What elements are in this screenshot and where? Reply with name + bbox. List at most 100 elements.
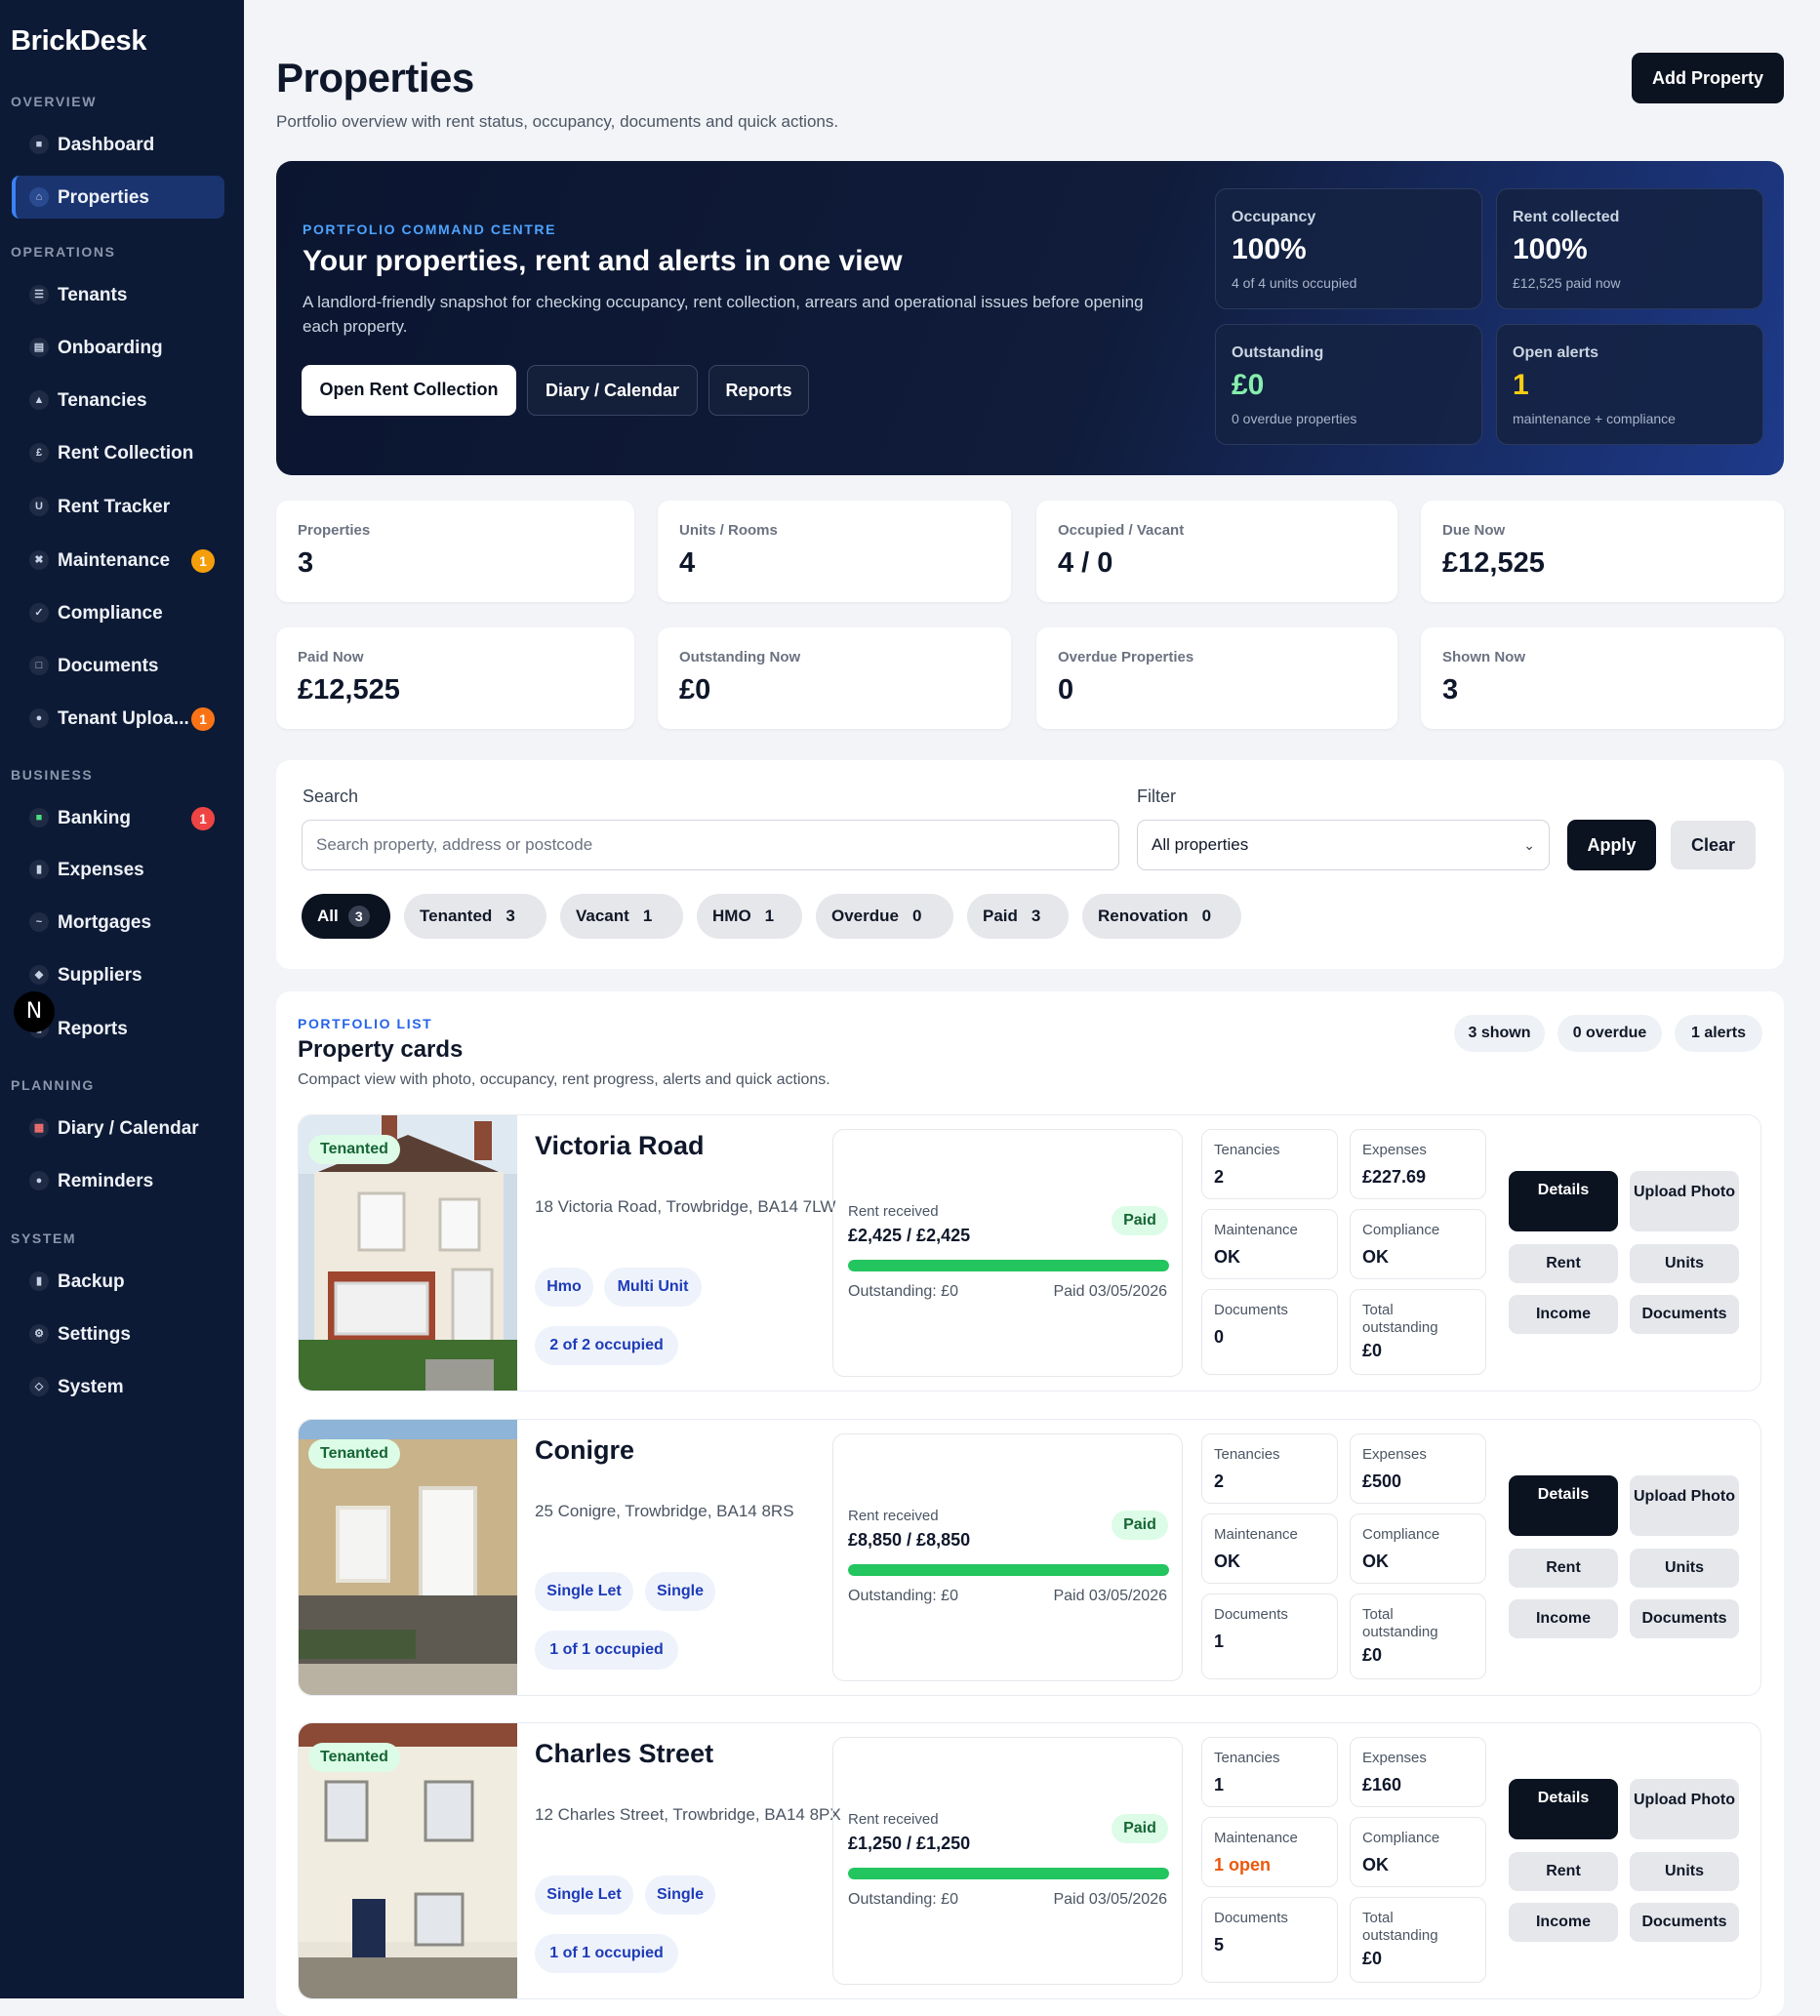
details-button[interactable]: Details: [1509, 1171, 1618, 1231]
stat-paid-now: Paid Now £12,525: [276, 627, 634, 729]
chip-renovation[interactable]: Renovation 0: [1082, 894, 1241, 939]
hero-title: Your properties, rent and alerts in one …: [303, 245, 903, 277]
sidebar-item-settings[interactable]: ⚙ Settings: [12, 1312, 224, 1355]
stat-value: 100%: [1513, 233, 1588, 265]
sidebar-item-tenancies[interactable]: ▲ Tenancies: [12, 379, 224, 422]
documents-button[interactable]: Documents: [1630, 1295, 1739, 1334]
clear-button[interactable]: Clear: [1671, 821, 1756, 869]
outstanding-text: Outstanding: £0: [848, 1891, 958, 1908]
metric-label: Maintenance: [1214, 1830, 1298, 1846]
income-button[interactable]: Income: [1509, 1599, 1618, 1638]
sidebar-item-tenant-uploads[interactable]: ● Tenant Uploa... 1: [12, 697, 224, 740]
rent-panel: Rent received £1,250 / £1,250 Paid Outst…: [832, 1737, 1183, 1985]
income-button[interactable]: Income: [1509, 1903, 1618, 1942]
rent-progress-bar: [848, 1564, 1169, 1576]
chip-count: 0: [911, 907, 922, 925]
rent-received-value: £1,250 / £1,250: [848, 1834, 971, 1853]
details-button[interactable]: Details: [1509, 1779, 1618, 1839]
units-button[interactable]: Units: [1630, 1549, 1739, 1588]
sidebar-item-compliance[interactable]: ✓ Compliance: [12, 591, 224, 634]
property-address: 18 Victoria Road, Trowbridge, BA14 7LW: [535, 1197, 836, 1216]
sidebar-item-backup[interactable]: ▮ Backup: [12, 1260, 224, 1303]
sidebar-item-properties[interactable]: ⌂ Properties: [12, 176, 224, 219]
stat-sub: £12,525 paid now: [1513, 275, 1621, 291]
diary-calendar-button[interactable]: Diary / Calendar: [527, 365, 698, 416]
home-icon: ⌂: [29, 187, 49, 207]
details-button[interactable]: Details: [1509, 1475, 1618, 1536]
sidebar-item-system[interactable]: ◇ System: [12, 1365, 224, 1408]
upload-icon: ●: [29, 708, 49, 728]
sidebar-item-reminders[interactable]: ● Reminders: [12, 1159, 224, 1202]
compliance-metric: Compliance OK: [1350, 1513, 1486, 1584]
brand-logo[interactable]: BrickDesk: [11, 25, 146, 58]
upload-photo-button[interactable]: Upload Photo: [1630, 1475, 1739, 1536]
occupancy-stat: Occupancy 100% 4 of 4 units occupied: [1215, 188, 1482, 309]
metric-label: Compliance: [1362, 1526, 1440, 1543]
add-property-button[interactable]: Add Property: [1632, 53, 1784, 103]
chip-count: 0: [1201, 907, 1212, 925]
metric-label: Maintenance: [1214, 1222, 1298, 1238]
sidebar-item-calendar[interactable]: ▦ Diary / Calendar: [12, 1107, 224, 1149]
property-card: Tenanted Victoria Road 18 Victoria Road,…: [298, 1114, 1761, 1391]
chip-paid[interactable]: Paid 3: [967, 894, 1069, 939]
metric-value: OK: [1214, 1247, 1240, 1267]
property-name[interactable]: Conigre: [535, 1435, 634, 1466]
check-icon: ✓: [29, 603, 49, 623]
sidebar-item-label: Reports: [58, 1019, 128, 1039]
open-rent-collection-button[interactable]: Open Rent Collection: [302, 365, 516, 416]
units-button[interactable]: Units: [1630, 1852, 1739, 1891]
chip-vacant[interactable]: Vacant 1: [560, 894, 683, 939]
property-name[interactable]: Victoria Road: [535, 1131, 705, 1161]
upload-photo-button[interactable]: Upload Photo: [1630, 1171, 1739, 1231]
sidebar-item-label: Tenant Uploa...: [58, 708, 189, 729]
stat-outstanding-now: Outstanding Now £0: [658, 627, 1011, 729]
metric-label: Documents: [1214, 1302, 1288, 1318]
reports-button[interactable]: Reports: [708, 365, 809, 416]
apply-button[interactable]: Apply: [1567, 820, 1656, 870]
stat-label: Open alerts: [1513, 344, 1599, 361]
rent-button[interactable]: Rent: [1509, 1244, 1618, 1283]
sidebar-item-onboarding[interactable]: ▤ Onboarding: [12, 326, 224, 369]
sidebar-item-expenses[interactable]: ▮ Expenses: [12, 848, 224, 891]
documents-button[interactable]: Documents: [1630, 1599, 1739, 1638]
sidebar-item-rent-tracker[interactable]: U Rent Tracker: [12, 485, 224, 528]
filter-value: All properties: [1152, 835, 1249, 854]
hero-description: A landlord-friendly snapshot for checkin…: [303, 293, 1144, 336]
sidebar-item-mortgages[interactable]: ~ Mortgages: [12, 901, 224, 944]
outstanding-text: Outstanding: £0: [848, 1283, 958, 1300]
chip-all[interactable]: All 3: [302, 894, 390, 939]
sidebar-item-maintenance[interactable]: ✖ Maintenance 1: [12, 539, 224, 582]
sidebar-item-dashboard[interactable]: ■ Dashboard: [12, 123, 224, 166]
sidebar-item-rent-collection[interactable]: £ Rent Collection: [12, 431, 224, 474]
stat-value: 100%: [1232, 233, 1307, 265]
chip-hmo[interactable]: HMO 1: [697, 894, 802, 939]
filter-select[interactable]: All properties ⌄: [1137, 820, 1550, 870]
avatar[interactable]: N: [14, 991, 55, 1032]
metric-value: 1 open: [1214, 1855, 1272, 1875]
sidebar-item-banking[interactable]: ■ Banking 1: [12, 796, 224, 839]
portfolio-kicker: PORTFOLIO LIST: [298, 1016, 433, 1031]
sidebar-item-documents[interactable]: □ Documents: [12, 644, 224, 687]
sidebar-item-label: Compliance: [58, 603, 163, 624]
chip-tenanted[interactable]: Tenanted 3: [404, 894, 546, 939]
documents-button[interactable]: Documents: [1630, 1903, 1739, 1942]
search-input[interactable]: Search property, address or postcode: [302, 820, 1119, 870]
backup-icon: ▮: [29, 1271, 49, 1291]
stat-label: Rent collected: [1513, 209, 1620, 225]
sidebar-item-label: System: [58, 1377, 124, 1397]
upload-photo-button[interactable]: Upload Photo: [1630, 1779, 1739, 1839]
sidebar-item-tenants[interactable]: ☰ Tenants: [12, 273, 224, 316]
income-button[interactable]: Income: [1509, 1295, 1618, 1334]
calendar-icon: ▦: [29, 1118, 49, 1138]
rent-received-value: £8,850 / £8,850: [848, 1530, 971, 1550]
property-name[interactable]: Charles Street: [535, 1739, 713, 1769]
sidebar-item-suppliers[interactable]: ◆ Suppliers: [12, 953, 224, 996]
command-centre: PORTFOLIO COMMAND CENTRE Your properties…: [276, 161, 1784, 475]
rent-button[interactable]: Rent: [1509, 1852, 1618, 1891]
chip-overdue[interactable]: Overdue 0: [816, 894, 953, 939]
rent-received-label: Rent received: [848, 1508, 939, 1524]
status-badge: Tenanted: [308, 1743, 400, 1772]
units-button[interactable]: Units: [1630, 1244, 1739, 1283]
sidebar-item-label: Rent Collection: [58, 443, 194, 464]
rent-button[interactable]: Rent: [1509, 1549, 1618, 1588]
